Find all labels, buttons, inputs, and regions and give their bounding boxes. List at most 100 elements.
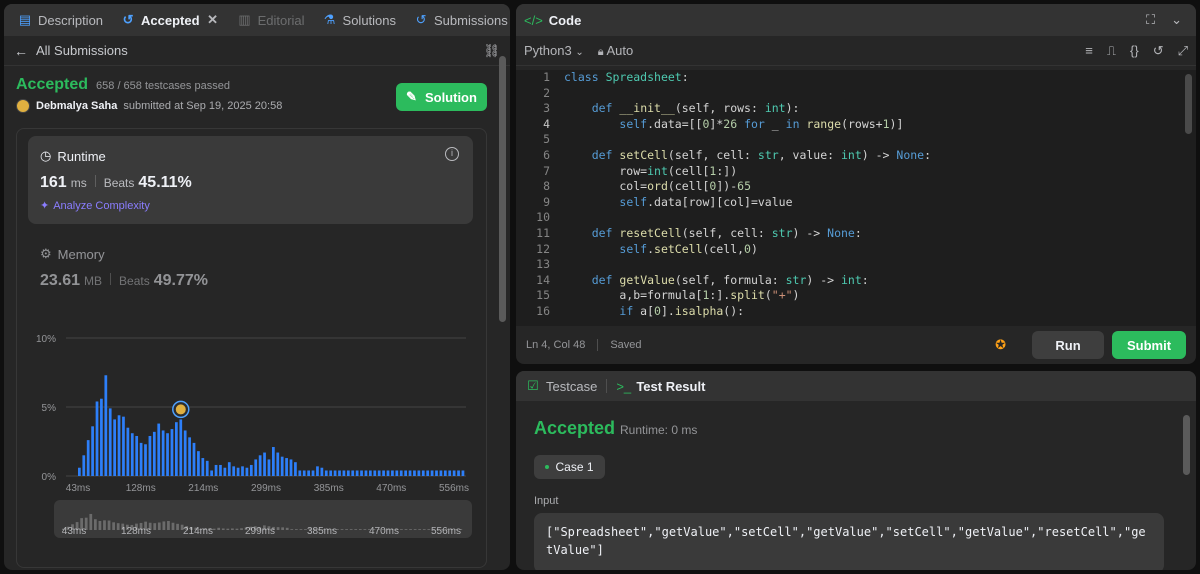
braces-icon[interactable]: {} xyxy=(1130,43,1139,59)
notification-icon[interactable]: ✪ xyxy=(995,337,1006,353)
input-value: ["Spreadsheet","getValue","setCell","get… xyxy=(534,513,1164,570)
chart-range-navigator[interactable]: 43ms 128ms 214ms 299ms 385ms 470ms 556ms xyxy=(54,500,472,538)
mini-bar xyxy=(89,513,93,530)
editor-toolbar: Python3 ⌄ 🔒︎ Auto ≡ ⎍ {} ↺ ⤢ xyxy=(516,36,1196,66)
tab-submissions-label: Submissions xyxy=(434,12,508,28)
info-icon[interactable]: i xyxy=(445,147,459,161)
distribution-bar xyxy=(408,470,412,476)
all-submissions-link[interactable]: All Submissions xyxy=(36,43,128,58)
distribution-bar xyxy=(86,440,90,476)
run-button[interactable]: Run xyxy=(1032,331,1104,359)
x-tick-label: 43ms xyxy=(66,483,90,494)
distribution-bar xyxy=(126,427,130,476)
distribution-bar xyxy=(78,467,81,476)
mini-bar xyxy=(98,520,102,530)
mini-bar xyxy=(167,520,170,530)
distribution-bar xyxy=(148,435,152,476)
distribution-bar xyxy=(342,470,346,476)
mini-bar xyxy=(112,522,115,530)
format-icon[interactable]: ≡ xyxy=(1085,43,1093,59)
maximize-icon[interactable]: ⛶ xyxy=(1146,12,1155,28)
distribution-bar xyxy=(108,408,112,476)
bookmark-icon[interactable]: ⎍ xyxy=(1107,43,1116,59)
code-line: 13 xyxy=(536,257,550,272)
fullscreen-icon[interactable]: ⤢ xyxy=(1178,43,1188,59)
mini-bar xyxy=(221,528,225,530)
distribution-bar xyxy=(461,470,465,476)
close-tab-icon[interactable]: ✕ xyxy=(206,12,220,28)
code-line: 12 self.setCell(cell,0) xyxy=(536,241,758,256)
x-tick-label: 470ms xyxy=(376,483,406,494)
lock-icon: 🔒︎ xyxy=(597,45,604,58)
distribution-bar xyxy=(179,419,183,476)
distribution-bar xyxy=(188,437,191,476)
distribution-bar xyxy=(130,433,134,476)
tab-submissions[interactable]: ↺ Submissions xyxy=(408,4,510,36)
avatar[interactable] xyxy=(16,99,30,113)
code-editor[interactable]: 1 class Spreadsheet: 2 3 def __init__(sel… xyxy=(516,70,1196,326)
tab-accepted[interactable]: ↺ Accepted ✕ xyxy=(115,4,226,36)
distribution-bar xyxy=(139,442,143,476)
solution-button[interactable]: ✎ Solution xyxy=(396,83,487,111)
runtime-value: 161 xyxy=(40,174,67,191)
tab-description-label: Description xyxy=(38,12,104,28)
runtime-distribution-chart[interactable]: 10% 5% 0% 43ms 128ms 214ms 299ms 385ms 470ms 556m… xyxy=(30,330,470,495)
submit-button[interactable]: Submit xyxy=(1112,331,1186,359)
code-line: 10 xyxy=(536,210,550,225)
distribution-bar xyxy=(113,419,116,476)
case-1-tab[interactable]: Case 1 xyxy=(534,455,605,479)
editor-scrollbar[interactable] xyxy=(1185,74,1192,134)
distribution-bar xyxy=(210,470,213,476)
auto-mode[interactable]: 🔒︎ Auto xyxy=(598,43,634,59)
mini-bar xyxy=(153,523,157,530)
memory-value-row: 23.61 MB Beats 49.77% xyxy=(40,272,208,290)
runtime-card[interactable]: ◷ Runtime i 161 ms Beats 45.11% ✦ Analyz… xyxy=(28,136,473,224)
distribution-bar xyxy=(399,470,403,476)
distribution-bar xyxy=(443,470,447,476)
author-row: Debmalya Saha submitted at Sep 19, 2025 … xyxy=(16,99,282,113)
memory-value: 23.61 xyxy=(40,272,81,289)
description-icon: ▤ xyxy=(18,12,32,27)
mini-bar xyxy=(404,529,408,530)
mini-bar xyxy=(235,528,239,530)
runtime-beats-value: 45.11% xyxy=(138,174,192,191)
distribution-bar xyxy=(452,470,456,476)
collapse-icon[interactable]: ⌄ xyxy=(1171,12,1182,28)
distribution-bar xyxy=(333,470,337,476)
distribution-bar xyxy=(161,430,165,476)
test-result-runtime: Runtime: 0 ms xyxy=(620,423,698,437)
result-scrollbar[interactable] xyxy=(1183,415,1190,475)
mini-bar xyxy=(363,529,367,530)
input-label: Input xyxy=(534,495,559,507)
x-tick-label: 128ms xyxy=(126,483,156,494)
test-result-panel: ☑ Testcase >_ Test Result Accepted Runti… xyxy=(516,371,1196,570)
tab-solutions[interactable]: ⚗ Solutions xyxy=(317,4,402,36)
mini-bar xyxy=(217,527,221,530)
distribution-bar xyxy=(439,470,443,476)
sparkle-icon: ✦ xyxy=(40,200,50,212)
distribution-bar xyxy=(249,464,253,476)
panel-scrollbar[interactable] xyxy=(499,56,506,322)
mini-x-tick-label: 556ms xyxy=(431,526,461,537)
language-select[interactable]: Python3 ⌄ xyxy=(524,43,584,58)
memory-title[interactable]: ⚙ Memory xyxy=(40,246,105,262)
reset-icon[interactable]: ↺ xyxy=(1153,43,1164,59)
analyze-complexity-link[interactable]: ✦ Analyze Complexity xyxy=(40,199,150,213)
auto-label: Auto xyxy=(606,42,634,58)
tab-testcase[interactable]: Testcase xyxy=(546,379,597,394)
mini-bar xyxy=(226,528,230,530)
tab-editorial[interactable]: ▥ Editorial xyxy=(232,4,311,36)
save-status: Saved xyxy=(610,339,642,351)
distribution-bar xyxy=(272,447,275,476)
author-name[interactable]: Debmalya Saha xyxy=(36,100,117,112)
code-line: 7 row=int(cell[1:]) xyxy=(543,163,738,178)
distribution-bar xyxy=(95,401,99,476)
tab-test-result[interactable]: Test Result xyxy=(636,379,705,394)
tab-description[interactable]: ▤ Description xyxy=(12,4,109,36)
code-line: 1 class Spreadsheet: xyxy=(543,70,689,84)
distribution-bar xyxy=(377,470,381,476)
share-link-icon[interactable]: ⛓ xyxy=(483,43,500,59)
distribution-bar xyxy=(280,456,284,476)
code-line: 2 xyxy=(543,85,550,100)
back-arrow-icon[interactable]: ← xyxy=(14,43,28,59)
